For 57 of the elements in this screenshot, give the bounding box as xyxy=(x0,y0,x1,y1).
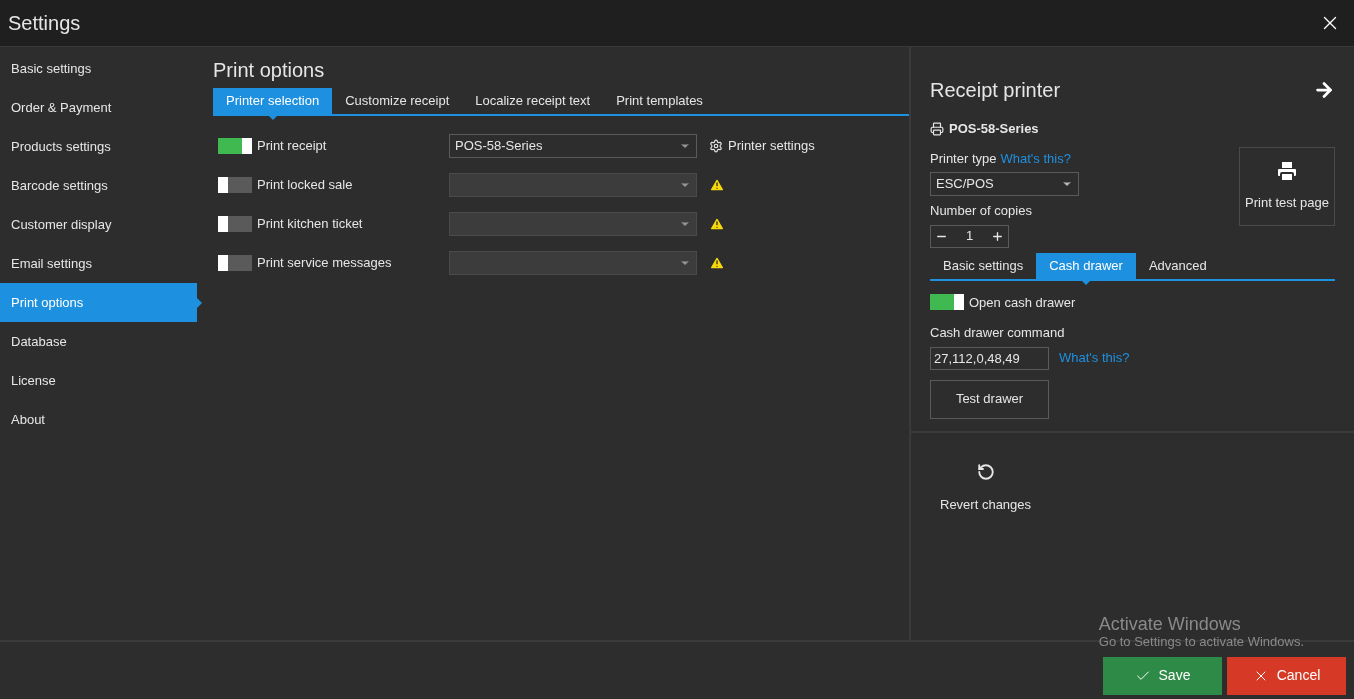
sidebar-item[interactable]: Email settings xyxy=(0,244,197,283)
printer-name: POS-58-Series xyxy=(949,120,1039,138)
field-label: Number of copies xyxy=(930,202,1033,220)
dropdown-value: POS-58-Series xyxy=(455,136,543,155)
printer-settings-link[interactable]: Printer settings xyxy=(709,135,815,156)
printer-type-dropdown[interactable]: ESC/POS xyxy=(930,172,1079,196)
tab[interactable]: Localize receipt text xyxy=(462,88,604,114)
sidebar-item[interactable]: About xyxy=(0,400,197,439)
warning-icon xyxy=(709,254,725,271)
plus-icon[interactable] xyxy=(991,229,1004,243)
printer-icon xyxy=(930,121,944,136)
option-label: Print locked sale xyxy=(257,175,354,194)
option-label: Print service messages xyxy=(257,253,393,272)
revert-icon xyxy=(976,462,995,481)
field-label: Cash drawer command xyxy=(930,324,1066,342)
copies-stepper[interactable]: 1 xyxy=(930,224,1009,248)
tab[interactable]: Customize receipt xyxy=(332,88,463,114)
revert-changes-button[interactable]: Revert changes xyxy=(940,462,1032,514)
sidebar-item[interactable]: Order & Payment xyxy=(0,88,197,127)
tab[interactable]: Basic settings xyxy=(930,252,1037,279)
copies-value: 1 xyxy=(965,227,974,246)
option-label: Open cash drawer xyxy=(969,293,1076,312)
sidebar-item[interactable]: Database xyxy=(0,322,197,361)
sidebar-item[interactable]: Barcode settings xyxy=(0,166,197,205)
help-link[interactable]: What's this? xyxy=(1000,148,1071,168)
field-label: Printer type xyxy=(930,149,997,168)
dropdown-value: ESC/POS xyxy=(936,175,994,194)
panel-title: Receipt printer xyxy=(930,78,1061,103)
test-drawer-button[interactable]: Test drawer xyxy=(930,379,1049,419)
printer-dropdown[interactable]: POS-58-Series xyxy=(449,133,697,158)
activation-notice-text: Go to Settings to activate Windows. xyxy=(1098,634,1304,650)
window-title: Settings xyxy=(8,11,81,36)
settings-icon xyxy=(709,138,723,153)
warning-icon xyxy=(709,215,725,232)
option-label: Print receipt xyxy=(257,136,328,155)
section-title: Print options xyxy=(213,58,326,83)
toggle-switch[interactable] xyxy=(218,254,252,271)
toggle-switch[interactable] xyxy=(218,215,252,232)
sidebar-item[interactable]: Basic settings xyxy=(0,49,197,88)
option-label: Print kitchen ticket xyxy=(257,214,364,233)
tab[interactable]: Advanced xyxy=(1135,252,1220,279)
sidebar-item[interactable]: License xyxy=(0,361,197,400)
pointer-icon xyxy=(197,297,202,308)
sidebar-item[interactable]: Customer display xyxy=(0,205,197,244)
activation-notice-title: Activate Windows xyxy=(1098,614,1242,634)
arrow-right-icon[interactable] xyxy=(1313,79,1335,101)
warning-icon xyxy=(709,176,725,193)
command-input-field[interactable]: 27,112,0,48,49 xyxy=(930,346,1049,370)
toggle-switch[interactable] xyxy=(218,176,252,193)
print-test-page-button[interactable]: Print test page xyxy=(1239,146,1335,226)
tab[interactable]: Print templates xyxy=(603,88,716,114)
sidebar-item[interactable]: Products settings xyxy=(0,127,197,166)
toggle-switch[interactable] xyxy=(930,294,964,311)
help-link[interactable]: What's this? xyxy=(1059,348,1130,368)
toggle-switch[interactable] xyxy=(218,137,252,154)
save-button[interactable]: Save xyxy=(1103,656,1222,695)
cancel-button[interactable]: Cancel xyxy=(1227,656,1346,695)
